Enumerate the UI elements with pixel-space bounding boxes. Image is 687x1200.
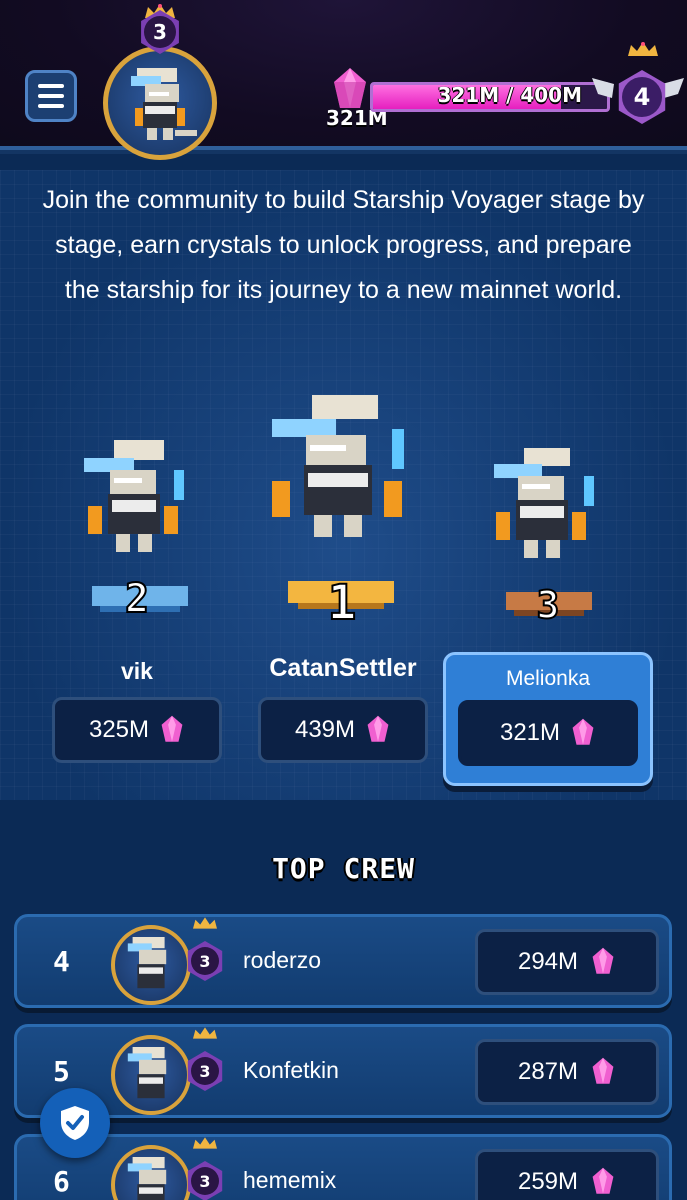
podium-second-name: vik bbox=[121, 658, 153, 684]
dino-astronaut-icon bbox=[127, 1047, 167, 1099]
current-user-card[interactable]: Melionka 321M bbox=[443, 652, 653, 786]
crew-score: 294M bbox=[517, 948, 579, 975]
podium-first-name: CatanSettler bbox=[269, 654, 417, 682]
podium-first-rank: 1 bbox=[328, 575, 357, 631]
podium-second-rank: 2 bbox=[125, 576, 149, 622]
crew-rank: 4 bbox=[53, 945, 70, 978]
podium-third-character: 3 bbox=[494, 448, 594, 628]
dino-astronaut-icon bbox=[131, 68, 197, 140]
podium-second-character: 2 bbox=[84, 440, 188, 623]
crew-name: hememix bbox=[243, 1167, 337, 1193]
crystal-icon bbox=[592, 1167, 614, 1194]
menu-button[interactable] bbox=[25, 70, 77, 122]
podium-third-score-box: 321M bbox=[458, 700, 638, 766]
podium-second-score: 325M bbox=[88, 716, 150, 743]
podium-second-score-box: 325M bbox=[52, 697, 222, 763]
crew-level-badge: 3 bbox=[187, 1051, 223, 1091]
top-header: 3 321M 321M / 400M 4 bbox=[0, 0, 687, 160]
shield-check-icon bbox=[61, 1106, 89, 1140]
crown-icon bbox=[193, 1027, 217, 1039]
player-level-value: 3 bbox=[144, 16, 176, 48]
podium-third-name: Melionka bbox=[505, 667, 591, 690]
crew-level: 3 bbox=[191, 1057, 219, 1085]
podium-third-score: 321M bbox=[499, 719, 561, 746]
progress-text: 321M / 400M bbox=[437, 83, 582, 107]
crown-icon bbox=[193, 1137, 217, 1149]
crew-score: 259M bbox=[517, 1168, 579, 1195]
crew-rank: 5 bbox=[53, 1055, 70, 1088]
crown-icon bbox=[193, 917, 217, 929]
crew-level-badge: 3 bbox=[187, 1161, 223, 1200]
top-crew-title: TOP CREW bbox=[272, 852, 415, 885]
crystal-icon bbox=[161, 715, 183, 742]
crew-avatar bbox=[111, 1145, 191, 1200]
crown-icon bbox=[628, 42, 658, 56]
crew-row[interactable]: 6 3 hememix 259M bbox=[14, 1134, 672, 1200]
podium-first-score: 439M bbox=[294, 716, 356, 743]
crew-name: roderzo bbox=[243, 947, 321, 973]
crew-row[interactable]: 4 3 roderzo 294M bbox=[14, 914, 672, 1008]
level-progress: 321M / 400M bbox=[370, 82, 610, 112]
next-level-value: 4 bbox=[622, 77, 662, 117]
podium-first-character: 1 bbox=[272, 395, 404, 632]
crystal-icon bbox=[367, 715, 389, 742]
crew-score-box: 259M bbox=[475, 1149, 659, 1200]
crystal-icon bbox=[592, 1057, 614, 1084]
crew-avatar bbox=[111, 925, 191, 1005]
hamburger-icon bbox=[38, 84, 64, 88]
crew-rank: 6 bbox=[53, 1165, 70, 1198]
dino-astronaut-icon bbox=[127, 937, 167, 989]
player-avatar[interactable] bbox=[103, 46, 217, 160]
crew-level: 3 bbox=[191, 947, 219, 975]
podium-third-rank: 3 bbox=[537, 583, 560, 627]
intro-text: Join the community to build Starship Voy… bbox=[42, 186, 645, 304]
crew-level-badge: 3 bbox=[187, 941, 223, 981]
dino-astronaut-icon bbox=[127, 1157, 167, 1200]
security-button[interactable] bbox=[40, 1088, 110, 1158]
crystal-icon bbox=[572, 718, 594, 745]
crew-score-box: 287M bbox=[475, 1039, 659, 1105]
crew-level: 3 bbox=[191, 1167, 219, 1195]
crew-score-box: 294M bbox=[475, 929, 659, 995]
podium-first-score-box: 439M bbox=[258, 697, 428, 763]
crystal-icon bbox=[592, 947, 614, 974]
crew-row[interactable]: 5 3 Konfetkin 287M bbox=[14, 1024, 672, 1118]
crew-avatar bbox=[111, 1035, 191, 1115]
crew-name: Konfetkin bbox=[243, 1057, 339, 1083]
crew-score: 287M bbox=[517, 1058, 579, 1085]
